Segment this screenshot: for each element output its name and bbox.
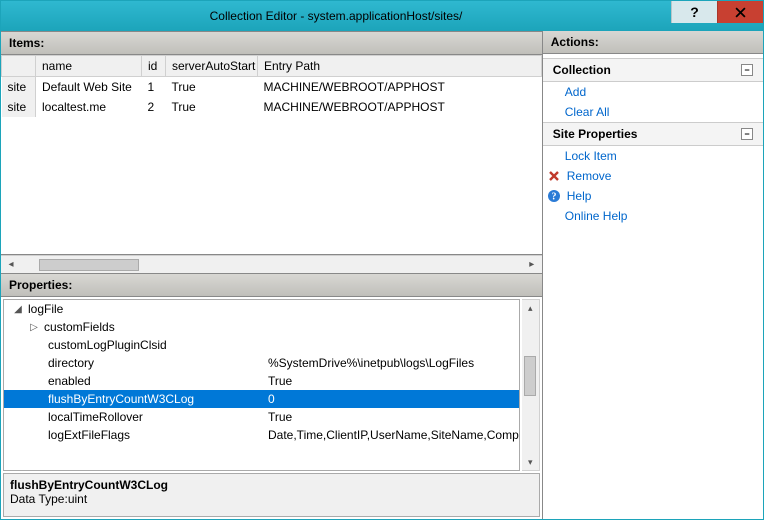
actions-group-site-properties: Site Properties −	[543, 122, 763, 146]
items-row[interactable]: site localtest.me 2 True MACHINE/WEBROOT…	[2, 97, 542, 117]
items-grid[interactable]: name id serverAutoStart Entry Path site …	[1, 55, 542, 255]
prop-row[interactable]: ▷customFields	[4, 318, 519, 336]
prop-row[interactable]: enabled True	[4, 372, 519, 390]
expand-icon[interactable]: ▷	[28, 322, 40, 333]
help-button[interactable]: ?	[671, 1, 717, 23]
scroll-left-icon[interactable]: ◂	[3, 258, 19, 272]
properties-tree[interactable]: ◢logFile ▷customFields customLogPluginCl…	[3, 299, 520, 471]
collapse-box-icon[interactable]: −	[741, 128, 753, 140]
collapse-box-icon[interactable]: −	[741, 64, 753, 76]
actions-header: Actions:	[543, 31, 763, 54]
titlebar: Collection Editor - system.applicationHo…	[1, 1, 763, 31]
col-serverautostart[interactable]: serverAutoStart	[166, 56, 258, 77]
properties-header: Properties:	[1, 273, 542, 297]
action-remove[interactable]: Remove	[543, 166, 763, 186]
description-name: flushByEntryCountW3CLog	[10, 478, 533, 492]
action-help[interactable]: ? Help	[543, 186, 763, 206]
col-id[interactable]: id	[142, 56, 166, 77]
col-entrypath[interactable]: Entry Path	[258, 56, 542, 77]
window-title: Collection Editor - system.applicationHo…	[1, 9, 671, 23]
scroll-down-icon[interactable]: ▾	[522, 454, 539, 470]
col-name[interactable]: name	[36, 56, 142, 77]
col-rowheader[interactable]	[2, 56, 36, 77]
prop-row-selected[interactable]: flushByEntryCountW3CLog 0	[4, 390, 519, 408]
prop-row-logfile[interactable]: ◢logFile	[4, 300, 519, 318]
items-horizontal-scrollbar[interactable]: ◂ ▸	[1, 255, 542, 273]
items-row[interactable]: site Default Web Site 1 True MACHINE/WEB…	[2, 77, 542, 98]
help-icon: ?	[547, 189, 561, 203]
action-clear-all[interactable]: Clear All	[543, 102, 763, 122]
scroll-thumb[interactable]	[524, 356, 536, 396]
prop-row[interactable]: localTimeRollover True	[4, 408, 519, 426]
close-icon	[735, 7, 746, 18]
actions-group-collection: Collection −	[543, 58, 763, 82]
description-type: Data Type:uint	[10, 492, 533, 506]
action-add[interactable]: Add	[543, 82, 763, 102]
prop-row[interactable]: logExtFileFlags Date,Time,ClientIP,UserN…	[4, 426, 519, 444]
action-lock-item[interactable]: Lock Item	[543, 146, 763, 166]
scroll-up-icon[interactable]: ▴	[522, 300, 539, 316]
action-online-help[interactable]: Online Help	[543, 206, 763, 226]
scroll-thumb[interactable]	[39, 259, 139, 271]
close-button[interactable]	[717, 1, 763, 23]
svg-text:?: ?	[551, 192, 556, 203]
items-column-headers[interactable]: name id serverAutoStart Entry Path	[2, 56, 542, 77]
property-description: flushByEntryCountW3CLog Data Type:uint	[3, 473, 540, 517]
prop-row[interactable]: directory %SystemDrive%\inetpub\logs\Log…	[4, 354, 519, 372]
prop-row[interactable]: customLogPluginClsid	[4, 336, 519, 354]
items-header: Items:	[1, 31, 542, 55]
remove-icon	[547, 169, 561, 183]
collapse-icon[interactable]: ◢	[12, 304, 24, 315]
properties-vertical-scrollbar[interactable]: ▴ ▾	[522, 299, 540, 471]
scroll-right-icon[interactable]: ▸	[524, 258, 540, 272]
